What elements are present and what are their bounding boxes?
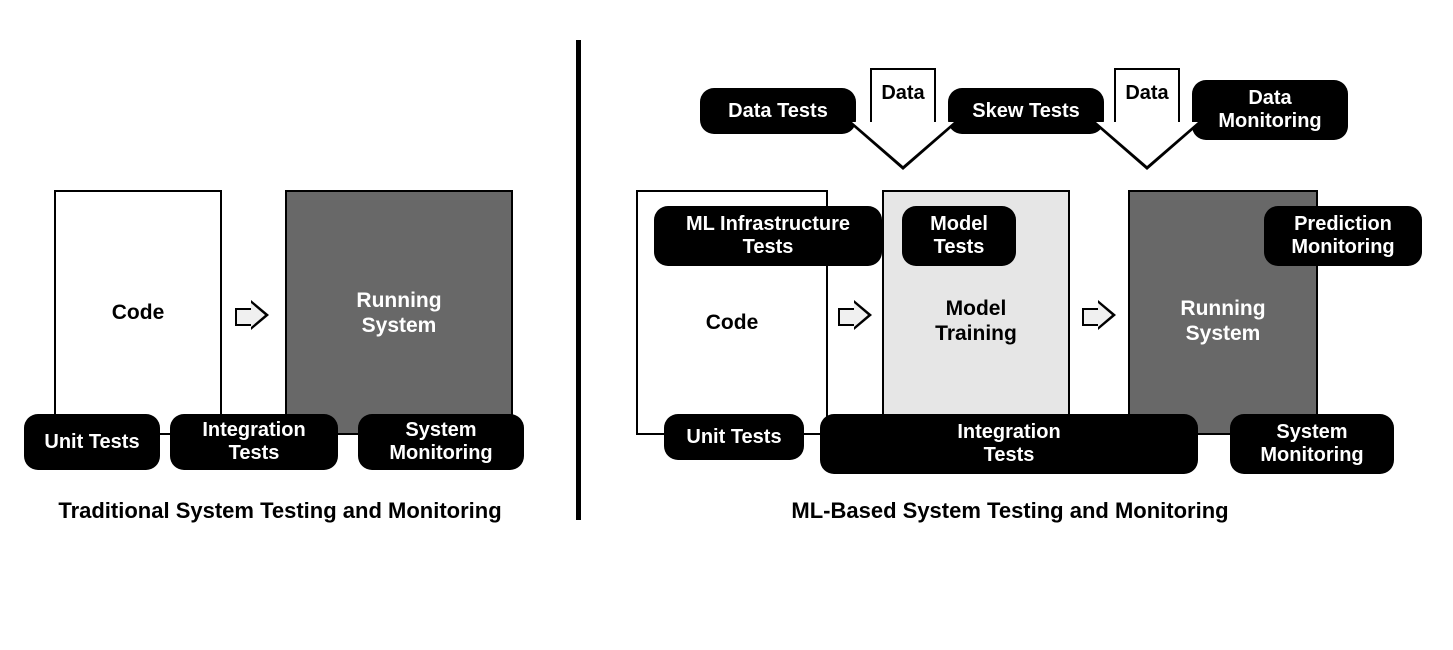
right-data-arrow2-text: Data <box>1092 82 1202 105</box>
right-data-tests-pill: Data Tests <box>700 88 856 134</box>
right-model-tests-text: Model Tests <box>930 213 988 259</box>
left-integration-text: Integration Tests <box>202 419 305 465</box>
right-ml-infra-pill: ML Infrastructure Tests <box>654 206 882 266</box>
left-code-label: Code <box>54 300 222 325</box>
vertical-divider <box>576 40 581 520</box>
left-sysmon-pill: System Monitoring <box>358 414 524 470</box>
right-integration-text: Integration Tests <box>957 421 1060 467</box>
right-pred-mon-pill: Prediction Monitoring <box>1264 206 1422 266</box>
right-data-mon-text: Data Monitoring <box>1218 87 1321 133</box>
right-skew-tests-pill: Skew Tests <box>948 88 1104 134</box>
right-skew-tests-text: Skew Tests <box>972 100 1079 123</box>
right-sysmon-text: System Monitoring <box>1260 421 1363 467</box>
right-data-mon-pill: Data Monitoring <box>1192 80 1348 140</box>
right-code-label: Code <box>636 310 828 335</box>
left-unit-tests-pill: Unit Tests <box>24 414 160 470</box>
right-caption: ML-Based System Testing and Monitoring <box>740 498 1280 524</box>
right-running-label: Running System <box>1128 296 1318 346</box>
right-integration-pill: Integration Tests <box>820 414 1198 474</box>
diagram-root: Code Running System Unit Tests Integrati… <box>0 0 1453 650</box>
left-running-label: Running System <box>285 288 513 338</box>
right-arrow1-icon <box>838 300 872 330</box>
right-model-training-label: Model Training <box>882 296 1070 346</box>
right-model-tests-pill: Model Tests <box>902 206 1016 266</box>
left-arrow-icon <box>235 300 269 330</box>
left-caption: Traditional System Testing and Monitorin… <box>30 498 530 524</box>
right-data-tests-text: Data Tests <box>728 100 828 123</box>
right-data-arrow1-text: Data <box>848 82 958 105</box>
right-arrow2-icon <box>1082 300 1116 330</box>
right-ml-infra-text: ML Infrastructure Tests <box>686 213 850 259</box>
left-integration-pill: Integration Tests <box>170 414 338 470</box>
left-unit-tests-text: Unit Tests <box>44 431 139 454</box>
right-unit-tests-pill: Unit Tests <box>664 414 804 460</box>
right-pred-mon-text: Prediction Monitoring <box>1291 213 1394 259</box>
right-sysmon-pill: System Monitoring <box>1230 414 1394 474</box>
right-unit-tests-text: Unit Tests <box>686 426 781 449</box>
left-sysmon-text: System Monitoring <box>389 419 492 465</box>
